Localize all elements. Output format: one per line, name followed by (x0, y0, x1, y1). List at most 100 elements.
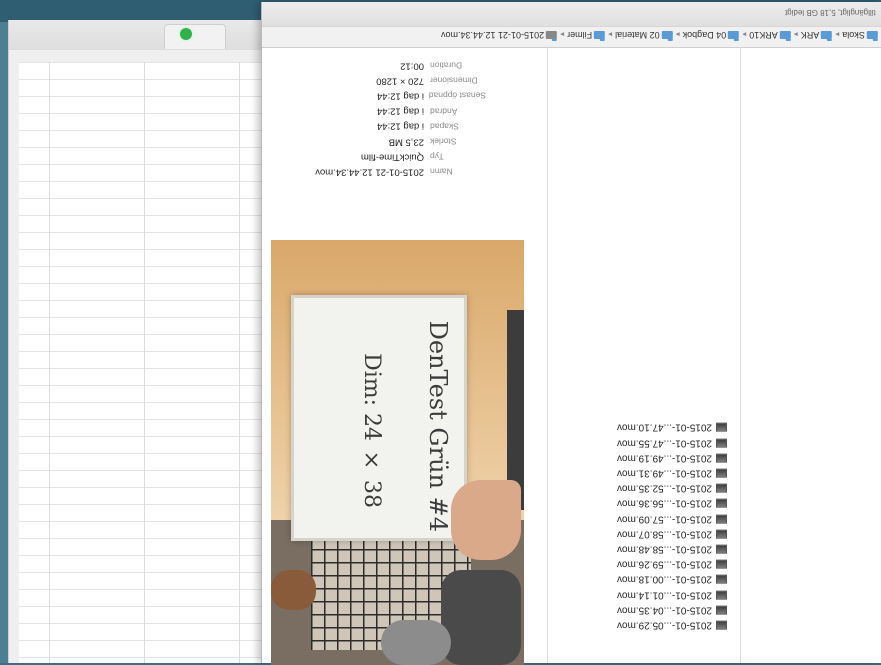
info-row: Dimensioner 720 × 1280 (276, 73, 486, 88)
movie-file-icon (716, 559, 727, 569)
info-key: Namn (430, 166, 453, 177)
info-key: Typ (430, 151, 444, 162)
preview-object (271, 570, 316, 610)
folder-icon (728, 31, 740, 39)
path-bar: Skola ▸ ARK ▸ ARK10 ▸ 04 Dagbok ▸ 02 Mat… (262, 26, 881, 48)
whiteboard-text: DenTest Grün #4 Dim: 24 × 38 (294, 298, 464, 538)
breadcrumb-item-ark10[interactable]: ARK10 (749, 30, 791, 40)
breadcrumb-item-dagbok[interactable]: 04 Dagbok (683, 30, 740, 40)
folder-icon (867, 31, 878, 39)
list-item-label: 2015-01-...47.10.mov (616, 422, 712, 434)
preview-leg (441, 570, 521, 665)
breadcrumb-label: 04 Dagbok (682, 30, 727, 40)
list-item[interactable]: 2015-01-...57.09.mov (559, 511, 727, 526)
info-row: Senast öppnad i dag 12:44 (276, 88, 486, 103)
info-key: Duration (430, 60, 463, 71)
list-item[interactable]: 2015-01-...56.36.mov (559, 496, 727, 511)
list-item[interactable]: 2015-01-...49.19.mov (559, 450, 727, 465)
info-row: Skapad i dag 12:44 (276, 119, 486, 134)
list-item-label: 2015-01-...05.29.mov (616, 619, 712, 631)
breadcrumb-item-filmer[interactable]: Filmer (567, 30, 606, 40)
info-row: Typ QuickTime-film (276, 149, 486, 164)
spreadsheet-tab[interactable] (164, 24, 226, 49)
movie-file-icon (716, 620, 727, 630)
movie-file-icon (716, 453, 727, 463)
movie-file-icon (716, 529, 727, 539)
info-value: 720 × 1280 (376, 75, 424, 87)
info-key: Dimensioner (430, 75, 478, 86)
movie-file-icon (716, 483, 727, 493)
info-row: Duration 00:12 (276, 58, 486, 73)
info-value: i dag 12:44 (376, 120, 424, 132)
list-item-label: 2015-01-...57.09.mov (616, 513, 712, 525)
info-panel: Namn 2015-01-21 12.44.34.mov Typ QuickTime-… (276, 58, 486, 180)
chevron-right-icon: ▸ (560, 30, 565, 40)
info-key: Storlek (430, 136, 457, 147)
breadcrumb-item-file[interactable]: 2015-01-21 12.44.34.mov (441, 30, 558, 40)
finder-titlebar[interactable]: tillgängligt, 5,18 GB ledigt (262, 2, 881, 26)
list-item[interactable]: 2015-01-...47.55.mov (559, 435, 727, 450)
column-divider[interactable] (740, 47, 741, 663)
list-item-label: 2015-01-...00.18.mov (616, 573, 712, 585)
list-item[interactable]: 2015-01-...58.48.mov (559, 542, 727, 557)
list-item[interactable]: 2015-01-...52.35.mov (559, 481, 727, 496)
list-item[interactable]: 2015-01-...49.31.mov (559, 466, 727, 481)
breadcrumb-label: ARK10 (749, 30, 778, 40)
folder-icon (821, 31, 833, 39)
list-item-label: 2015-01-...47.55.mov (616, 437, 712, 449)
breadcrumb-label: 02 Material (615, 30, 660, 40)
info-key: Senast öppnad (428, 90, 486, 101)
movie-file-icon (716, 590, 727, 600)
info-value: i dag 12:44 (376, 90, 424, 102)
movie-file-icon (716, 605, 727, 615)
finder-window: tillgängligt, 5,18 GB ledigt Skola ▸ ARK… (261, 2, 881, 665)
movie-file-icon (716, 574, 727, 584)
breadcrumb-item-skola[interactable]: Skola (842, 30, 878, 40)
preview-whiteboard: DenTest Grün #4 Dim: 24 × 38 (291, 295, 467, 541)
movie-file-icon (716, 438, 727, 448)
list-item[interactable]: 2015-01-...47.10.mov (559, 420, 727, 435)
chevron-right-icon: ▸ (793, 30, 798, 40)
list-item[interactable]: 2015-01-...58.07.mov (559, 526, 727, 541)
folder-icon (661, 31, 673, 39)
video-preview[interactable]: DenTest Grün #4 Dim: 24 × 38 (271, 240, 524, 665)
list-item-label: 2015-01-...58.48.mov (616, 543, 712, 555)
preview-shoe (381, 620, 451, 665)
list-item[interactable]: 2015-01-...59.26.mov (559, 557, 727, 572)
whiteboard-line-2: Dim: 24 × 38 (359, 353, 384, 508)
breadcrumb-label: ARK (800, 30, 820, 40)
info-value: QuickTime-film (361, 151, 424, 163)
column-divider[interactable] (547, 47, 548, 663)
list-item-label: 2015-01-...04.35.mov (616, 604, 712, 616)
file-list: 2015-01-...05.29.mov 2015-01-...04.35.mov… (559, 420, 727, 633)
chevron-right-icon: ▸ (675, 30, 680, 40)
breadcrumb-item-ark[interactable]: ARK (801, 30, 833, 40)
folder-icon (779, 31, 791, 39)
list-item-label: 2015-01-...59.26.mov (616, 558, 712, 570)
info-row: Namn 2015-01-21 12.44.34.mov (276, 164, 486, 179)
breadcrumb-label: 2015-01-21 12.44.34.mov (441, 30, 545, 40)
info-row: Ändrad i dag 12:44 (276, 104, 486, 119)
info-value: 00:12 (400, 60, 424, 72)
breadcrumb: Skola ▸ ARK ▸ ARK10 ▸ 04 Dagbok ▸ 02 Mat… (441, 30, 878, 40)
movie-file-icon (716, 468, 727, 478)
list-item[interactable]: 2015-01-...00.18.mov (559, 572, 727, 587)
file-icon (546, 31, 558, 39)
list-item-label: 2015-01-...01.14.mov (616, 589, 712, 601)
spreadsheet-grid[interactable] (19, 62, 279, 663)
info-value: i dag 12:44 (376, 105, 424, 117)
preview-hand (451, 480, 521, 560)
breadcrumb-label: Filmer (567, 30, 593, 40)
chevron-right-icon: ▸ (835, 30, 840, 40)
breadcrumb-label: Skola (842, 30, 865, 40)
info-value: 23,5 MB (388, 136, 424, 148)
chevron-right-icon: ▸ (608, 30, 613, 40)
spreadsheet-titlebar[interactable] (9, 20, 279, 51)
desktop-left (0, 22, 8, 663)
status-indicator-icon (180, 28, 192, 40)
breadcrumb-item-material[interactable]: 02 Material (615, 30, 673, 40)
info-key: Skapad (430, 121, 459, 132)
list-item[interactable]: 2015-01-...04.35.mov (559, 602, 727, 617)
list-item[interactable]: 2015-01-...01.14.mov (559, 587, 727, 602)
list-item[interactable]: 2015-01-...05.29.mov (559, 617, 727, 632)
